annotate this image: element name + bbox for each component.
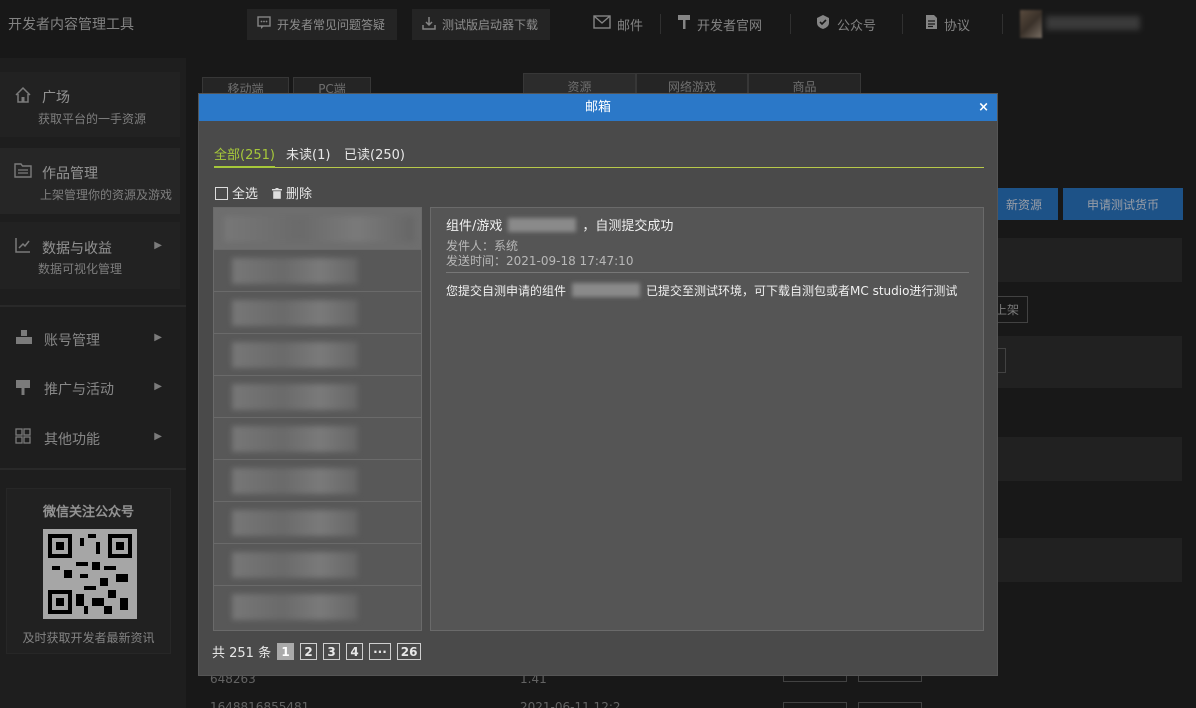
redacted-text xyxy=(572,283,641,297)
redacted-text xyxy=(232,510,358,536)
pagination: 共 251 条 1 2 3 4 ··· 26 xyxy=(212,642,422,661)
redacted-text xyxy=(232,552,358,578)
subject-suffix: ，自测提交成功 xyxy=(582,219,674,234)
body-prefix: 您提交自测申请的组件 xyxy=(446,284,567,298)
list-item[interactable] xyxy=(214,460,421,502)
select-all-checkbox[interactable]: 全选 xyxy=(215,183,258,202)
close-icon[interactable]: × xyxy=(978,94,989,121)
list-item[interactable] xyxy=(214,208,421,250)
mail-toolbar: 全选 删除 xyxy=(215,183,312,202)
dialog-title: 邮箱 xyxy=(584,100,611,115)
dialog-header: 邮箱 × xyxy=(199,94,997,121)
subject-prefix: 组件/游戏 xyxy=(446,219,503,234)
redacted-text xyxy=(508,218,577,232)
mail-body: 您提交自测申请的组件 已提交至测试环境，可下载自测包或者MC studio进行测试 xyxy=(446,282,957,299)
select-all-label: 全选 xyxy=(232,187,259,202)
delete-label: 删除 xyxy=(286,187,313,202)
list-item[interactable] xyxy=(214,250,421,292)
page-button[interactable]: 3 xyxy=(323,643,341,660)
delete-button[interactable]: 删除 xyxy=(272,183,312,202)
page-button[interactable]: 4 xyxy=(346,643,364,660)
tab-read[interactable]: 已读(250) xyxy=(344,144,405,163)
list-item[interactable] xyxy=(214,292,421,334)
redacted-text xyxy=(232,594,358,620)
redacted-text xyxy=(232,258,358,284)
mail-subject: 组件/游戏 ，自测提交成功 xyxy=(446,215,673,234)
redacted-text xyxy=(232,300,358,326)
redacted-text xyxy=(232,342,358,368)
list-item[interactable] xyxy=(214,376,421,418)
mail-time: 发送时间：2021-09-18 17:47:10 xyxy=(446,254,634,268)
list-item[interactable] xyxy=(214,334,421,376)
redacted-text xyxy=(232,468,358,494)
page-button[interactable]: 2 xyxy=(300,643,318,660)
page-button[interactable]: 1 xyxy=(277,643,295,660)
mailbox-dialog: 邮箱 × 全部(251) 未读(1) 已读(250) 全选 删除 组件/游戏 ，自… xyxy=(198,93,998,676)
list-item[interactable] xyxy=(214,418,421,460)
tab-all[interactable]: 全部(251) xyxy=(214,144,275,168)
redacted-text xyxy=(232,426,358,452)
mail-detail: 组件/游戏 ，自测提交成功 发件人：系统 发送时间：2021-09-18 17:4… xyxy=(430,207,984,631)
checkbox-icon xyxy=(215,187,228,200)
mail-list xyxy=(213,207,422,631)
total-count: 共 251 条 xyxy=(212,646,272,661)
list-item[interactable] xyxy=(214,586,421,628)
tab-unread[interactable]: 未读(1) xyxy=(286,144,330,163)
body-suffix: 已提交至测试环境，可下载自测包或者MC studio进行测试 xyxy=(646,284,958,298)
page-button[interactable]: 26 xyxy=(396,643,422,660)
list-item[interactable] xyxy=(214,502,421,544)
redacted-text xyxy=(224,216,414,242)
trash-icon xyxy=(272,187,286,202)
mail-tabs: 全部(251) 未读(1) 已读(250) xyxy=(214,144,984,168)
list-item[interactable] xyxy=(214,544,421,586)
redacted-text xyxy=(232,384,358,410)
divider xyxy=(446,272,969,273)
page-ellipsis[interactable]: ··· xyxy=(369,643,391,660)
